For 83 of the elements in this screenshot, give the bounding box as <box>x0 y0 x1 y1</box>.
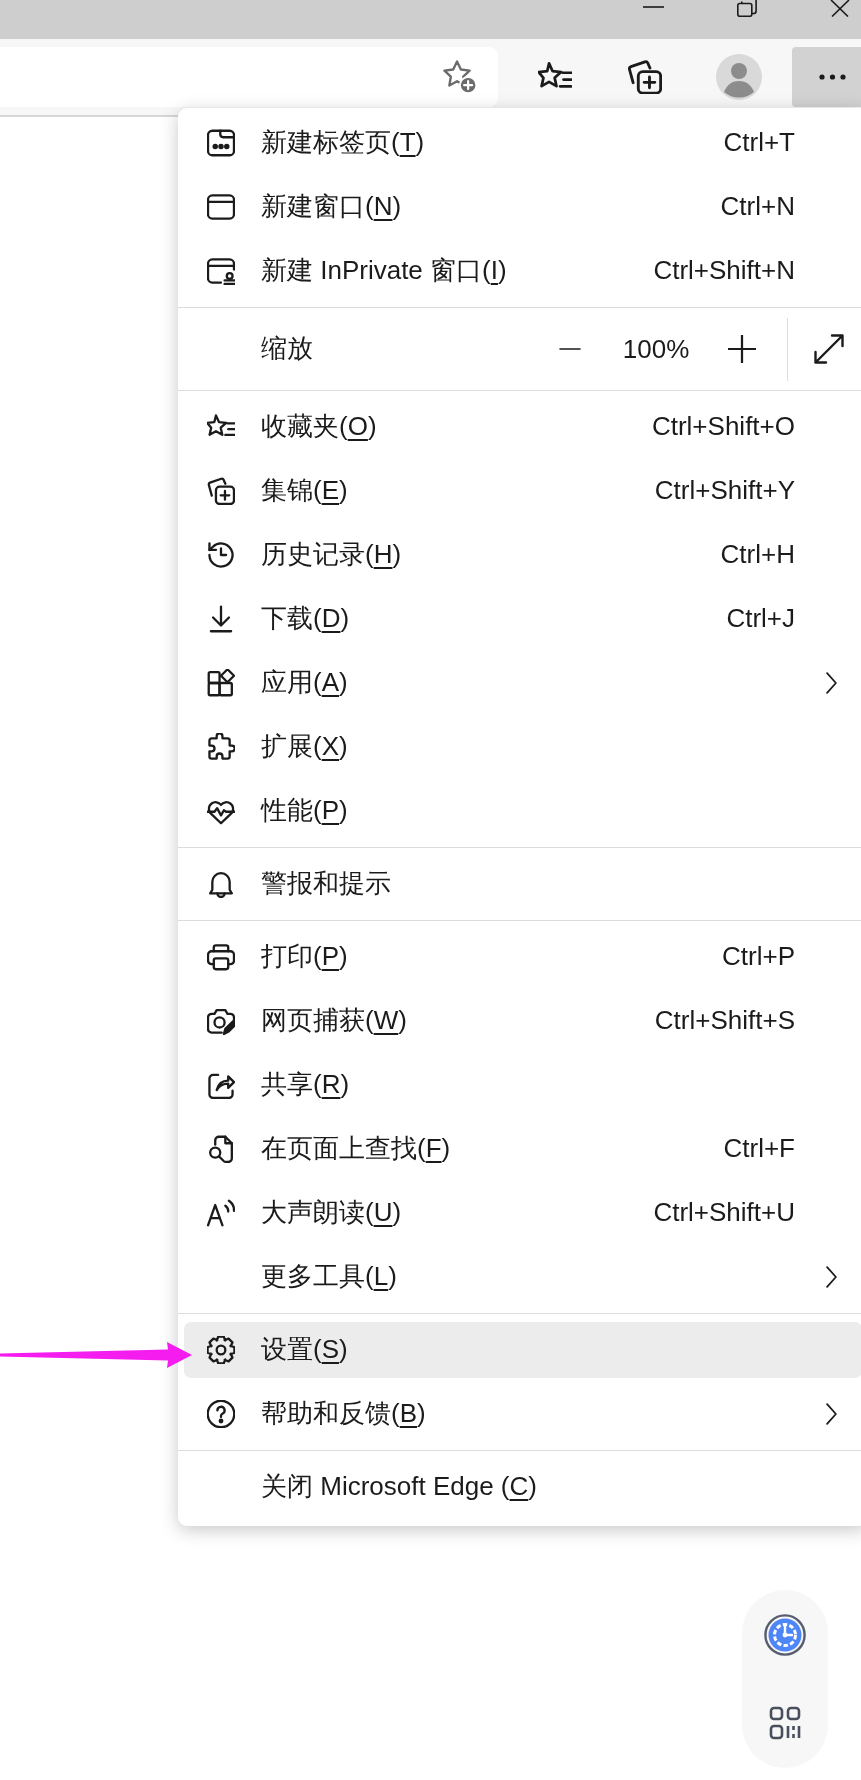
menu-item[interactable]: 在页面上查找(F) Ctrl+F <box>184 1121 861 1177</box>
menu-item[interactable]: 历史记录(H) Ctrl+H <box>184 527 861 583</box>
menu-item[interactable]: 应用(A) <box>184 655 861 711</box>
qr-code-icon[interactable] <box>769 1706 801 1740</box>
shortcut-text: Ctrl+P <box>722 941 795 973</box>
chevron-right-icon <box>825 672 837 694</box>
shortcut-text: Ctrl+Shift+O <box>651 411 795 443</box>
page-search-icon <box>207 1135 235 1163</box>
chevron-right-icon <box>825 1403 837 1425</box>
expand-arrows-icon <box>814 334 844 364</box>
shortcut-text: Ctrl+Shift+Y <box>654 475 795 507</box>
letter-waves-icon <box>207 1199 235 1227</box>
shortcut-text: Ctrl+Shift+U <box>653 1197 795 1229</box>
menu-item-label: 共享(R) <box>261 1069 350 1101</box>
puzzle-icon <box>207 733 235 761</box>
menu-item-label: 警报和提示 <box>261 868 391 900</box>
menu-item-label: 更多工具(L) <box>261 1261 397 1293</box>
menu-item[interactable]: 新建窗口(N) Ctrl+N <box>184 179 861 235</box>
help-icon <box>207 1400 235 1428</box>
menu-item[interactable]: 打印(P) Ctrl+P <box>184 929 861 985</box>
address-field[interactable] <box>0 47 498 107</box>
menu-item-label: 打印(P) <box>261 941 348 973</box>
menu-item[interactable]: 下载(D) Ctrl+J <box>184 591 861 647</box>
menu-item-label: 大声朗读(U) <box>261 1197 402 1229</box>
menu-item-label: 历史记录(H) <box>261 539 402 571</box>
shortcut-text: Ctrl+T <box>723 127 795 159</box>
menu-item-label: 帮助和反馈(B) <box>261 1398 426 1430</box>
zoom-label: 缩放 <box>261 333 313 365</box>
apps-icon <box>207 669 235 697</box>
menu-item[interactable]: 性能(P) <box>184 783 861 839</box>
profile-avatar-icon[interactable] <box>716 54 762 100</box>
shortcut-text: Ctrl+H <box>720 539 795 571</box>
menu-item-label: 下载(D) <box>261 603 350 635</box>
menu-item-label: 关闭 Microsoft Edge (C) <box>261 1471 537 1503</box>
more-icon <box>819 74 846 80</box>
private-window-icon <box>207 257 235 285</box>
menu-item-label: 设置(S) <box>261 1334 348 1366</box>
collections-icon <box>207 477 235 505</box>
menu-item-label: 新建 InPrivate 窗口(I) <box>261 255 507 287</box>
menu-item-label: 新建窗口(N) <box>261 191 402 223</box>
restore-icon[interactable] <box>737 0 757 17</box>
bell-icon <box>207 870 235 898</box>
zoom-value: 100% <box>621 332 691 366</box>
menu-item-label: 在页面上查找(F) <box>261 1133 451 1165</box>
camera-pen-icon <box>207 1007 235 1035</box>
menu-item[interactable]: 共享(R) <box>184 1057 861 1113</box>
settings-icon <box>207 1336 235 1364</box>
chevron-right-icon <box>825 1266 837 1288</box>
menu-item[interactable]: 新建标签页(T) Ctrl+T <box>184 115 861 171</box>
menu-item[interactable]: 集锦(E) Ctrl+Shift+Y <box>184 463 861 519</box>
menu-item[interactable]: 更多工具(L) <box>184 1249 861 1305</box>
star-plus-icon[interactable] <box>443 60 477 94</box>
menu-item[interactable]: 扩展(X) <box>184 719 861 775</box>
plus-icon <box>728 335 756 363</box>
menu-item[interactable]: 大声朗读(U) Ctrl+Shift+U <box>184 1185 861 1241</box>
shortcut-text: Ctrl+J <box>726 603 795 635</box>
shortcut-text: Ctrl+F <box>723 1133 795 1165</box>
menu-item-label: 新建标签页(T) <box>261 127 425 159</box>
shortcut-text: Ctrl+Shift+S <box>654 1005 795 1037</box>
menu-item[interactable]: 警报和提示 <box>184 856 861 912</box>
menu-item[interactable]: 帮助和反馈(B) <box>184 1386 861 1442</box>
menu-item-label: 扩展(X) <box>261 731 348 763</box>
download-icon <box>207 605 235 633</box>
menu-item[interactable]: 设置(S) <box>184 1322 861 1378</box>
menu-item-label: 应用(A) <box>261 667 348 699</box>
menu-item[interactable]: 网页捕获(W) Ctrl+Shift+S <box>184 993 861 1049</box>
menu-item[interactable]: 收藏夹(O) Ctrl+Shift+O <box>184 399 861 455</box>
printer-icon <box>207 943 235 971</box>
history-icon <box>207 541 235 569</box>
new-tab-icon <box>207 129 235 157</box>
collections-icon[interactable] <box>628 60 662 94</box>
shortcut-text: Ctrl+N <box>720 191 795 223</box>
menu-item-label: 收藏夹(O) <box>261 411 377 443</box>
clock-icon[interactable] <box>764 1614 806 1656</box>
shortcut-text: Ctrl+Shift+N <box>653 255 795 287</box>
menu-item[interactable]: 关闭 Microsoft Edge (C) <box>184 1459 861 1515</box>
share-icon <box>207 1071 235 1099</box>
close-icon[interactable] <box>830 0 850 17</box>
menu-item-label: 集锦(E) <box>261 475 348 507</box>
menu-item-label: 性能(P) <box>261 795 348 827</box>
menu-item[interactable]: 新建 InPrivate 窗口(I) Ctrl+Shift+N <box>184 243 861 299</box>
menu-item-label: 网页捕获(W) <box>261 1005 407 1037</box>
window-icon <box>207 193 235 221</box>
